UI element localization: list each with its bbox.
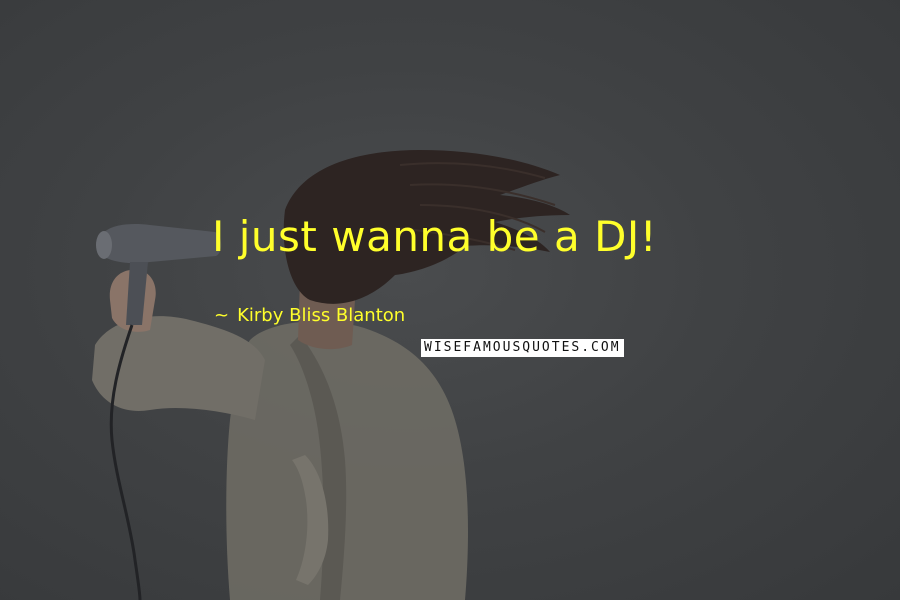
quote-text: I just wanna be a DJ! xyxy=(212,212,658,261)
watermark: WISEFAMOUSQUOTES.COM xyxy=(421,339,624,357)
author-name: Kirby Bliss Blanton xyxy=(237,305,406,326)
quote-block: I just wanna be a DJ! ~ Kirby Bliss Blant… xyxy=(0,0,900,600)
author-line: ~ Kirby Bliss Blanton xyxy=(214,305,405,327)
quote-image: I just wanna be a DJ! ~ Kirby Bliss Blant… xyxy=(0,0,900,600)
author-prefix: ~ xyxy=(214,305,230,326)
